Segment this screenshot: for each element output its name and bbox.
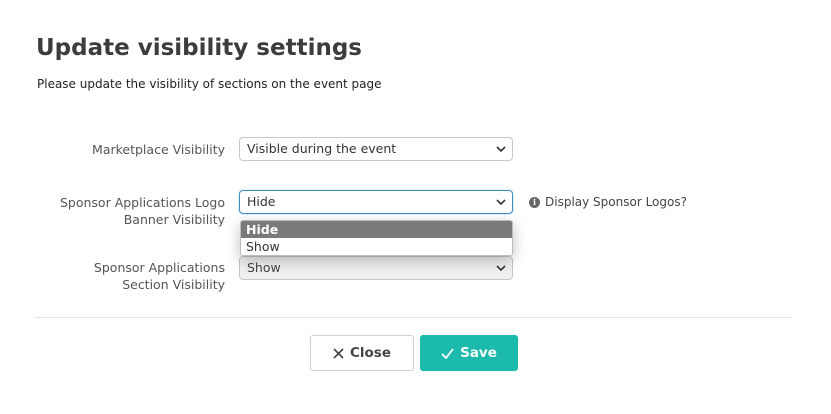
sponsor-logo-label-line1: Sponsor Applications Logo [59,195,225,210]
sponsor-logo-help: i Display Sponsor Logos? [529,195,687,209]
check-icon [441,347,454,359]
sponsor-logo-visibility-value: Hide [247,194,276,209]
sponsor-logo-visibility-select[interactable]: Hide [239,190,513,214]
sponsor-logo-help-text: Display Sponsor Logos? [545,195,687,209]
close-icon [333,347,344,359]
close-button[interactable]: Close [310,335,414,371]
save-button-label: Save [460,345,497,361]
sponsor-section-visibility-label: Sponsor Applications Section Visibility [37,259,225,293]
sponsor-section-label-line1: Sponsor Applications [93,260,225,275]
info-icon: i [529,196,540,208]
sponsor-section-visibility-select[interactable]: Show [239,256,513,280]
chevron-down-icon [496,265,506,272]
marketplace-visibility-label: Marketplace Visibility [37,141,225,158]
sponsor-logo-visibility-label: Sponsor Applications Logo Banner Visibil… [37,194,225,228]
chevron-down-icon [496,146,506,153]
visibility-settings-modal: Update visibility settings Please update… [0,0,831,414]
sponsor-section-visibility-value: Show [247,260,281,275]
modal-title: Update visibility settings [36,35,362,61]
modal-subtitle: Please update the visibility of sections… [37,77,382,91]
marketplace-visibility-select[interactable]: Visible during the event [239,137,513,161]
marketplace-visibility-value: Visible during the event [247,141,397,156]
dropdown-option-hide[interactable]: Hide [241,221,512,238]
close-button-label: Close [349,345,391,361]
save-button[interactable]: Save [420,335,518,371]
sponsor-logo-dropdown-list: Hide Show [240,220,513,256]
dropdown-option-show[interactable]: Show [241,238,512,255]
chevron-down-icon [496,199,506,206]
sponsor-section-label-line2: Section Visibility [122,277,225,292]
marketplace-visibility-label-text: Marketplace Visibility [92,142,225,157]
sponsor-logo-label-line2: Banner Visibility [123,212,225,227]
footer-divider [35,317,792,318]
